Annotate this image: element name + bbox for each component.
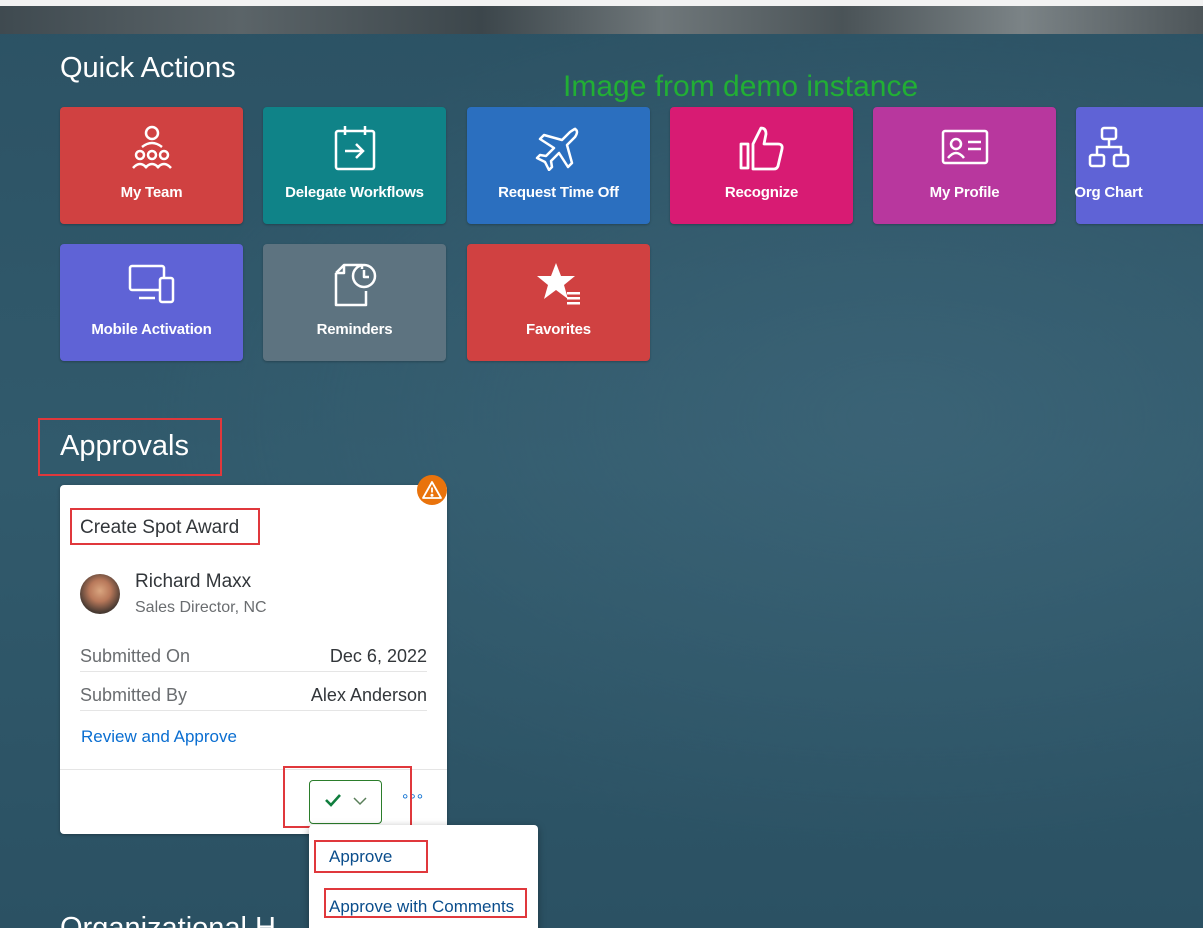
quick-actions-title: Quick Actions [60, 52, 236, 84]
highlight-approve-button [283, 766, 412, 828]
document-clock-icon [330, 258, 380, 310]
submitted-by-row: Submitted By Alex Anderson [80, 685, 427, 711]
calendar-arrow-icon [332, 121, 378, 173]
highlight-approve-option [314, 840, 428, 873]
tile-label: My Profile [929, 184, 1000, 201]
tile-reminders[interactable]: Reminders [263, 244, 446, 361]
star-list-icon [534, 258, 584, 310]
person-role: Sales Director, NC [135, 599, 267, 616]
submitted-by-value: Alex Anderson [310, 685, 427, 705]
person-name: Richard Maxx [135, 571, 252, 592]
tile-favorites[interactable]: Favorites [467, 244, 650, 361]
avatar [80, 574, 120, 614]
tile-my-profile[interactable]: My Profile [873, 107, 1056, 224]
tile-label: Recognize [724, 184, 799, 201]
tile-recognize[interactable]: Recognize [670, 107, 853, 224]
watermark-text: Image from demo instance [563, 70, 919, 103]
tile-label: Reminders [316, 321, 393, 338]
tile-request-time-off[interactable]: Request Time Off [467, 107, 650, 224]
review-and-approve-link[interactable]: Review and Approve [81, 727, 237, 747]
tile-mobile-activation[interactable]: Mobile Activation [60, 244, 243, 361]
submitted-by-label: Submitted By [80, 685, 188, 705]
tile-label: Request Time Off [498, 184, 619, 201]
tile-label: Delegate Workflows [285, 184, 424, 201]
tile-label: My Team [120, 184, 183, 201]
org-chart-icon [1087, 121, 1131, 173]
tile-label: Mobile Activation [91, 321, 212, 338]
tile-org-chart[interactable]: Org Chart [1074, 107, 1203, 224]
airplane-icon [535, 121, 583, 173]
tile-label: Org Chart [1074, 184, 1143, 201]
devices-icon [127, 258, 177, 310]
tile-delegate-workflows[interactable]: Delegate Workflows [263, 107, 446, 224]
highlight-approve-with-comments-option [324, 888, 527, 918]
thumbs-up-icon [737, 121, 787, 173]
highlight-card-title [70, 508, 260, 545]
submitted-on-label: Submitted On [80, 646, 191, 666]
submitted-on-row: Submitted On Dec 6, 2022 [80, 646, 427, 672]
warning-icon [417, 475, 447, 505]
tile-label: Favorites [526, 321, 591, 338]
hero-banner-strip [0, 0, 1203, 34]
highlight-approvals-title [38, 418, 222, 476]
id-card-icon [940, 121, 990, 173]
tile-my-team[interactable]: My Team [60, 107, 243, 224]
submitted-on-value: Dec 6, 2022 [329, 646, 427, 666]
organizational-section-title: Organizational H [60, 912, 276, 928]
team-icon [128, 121, 176, 173]
